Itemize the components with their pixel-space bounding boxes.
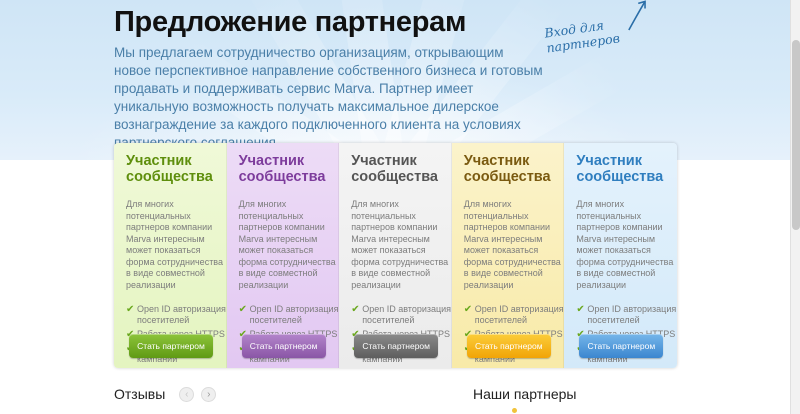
- feature-text: Open ID авторизация посетителей: [474, 304, 564, 325]
- feature-item: ✔ Open ID авторизация посетителей: [126, 304, 226, 326]
- plan-title-line2: сообщества: [126, 169, 213, 185]
- partner-plans: Участник сообщества Для многих потенциал…: [114, 143, 677, 368]
- arrow-left-icon[interactable]: ‹: [179, 386, 195, 402]
- plan-title-line1: Участник: [463, 153, 530, 169]
- feature-text: Open ID авторизация посетителей: [137, 304, 226, 325]
- plan-title: Участник сообщества: [351, 153, 451, 185]
- plan-title-line1: Участник: [576, 153, 642, 169]
- plan-title: Участник сообщества: [126, 153, 226, 185]
- plan-card: Участник сообщества Для многих потенциал…: [564, 143, 677, 368]
- become-partner-button[interactable]: Стать партнером: [354, 334, 439, 358]
- partners-title: Наши партнеры: [473, 386, 577, 402]
- plan-title: Участник сообщества: [464, 153, 564, 185]
- plan-title: Участник сообщества: [576, 153, 677, 185]
- plan-title-line2: сообщества: [351, 169, 438, 185]
- arrow-right-icon[interactable]: ›: [201, 386, 217, 402]
- plan-description: Для многих потенциальных партнеров компа…: [351, 199, 449, 290]
- plan-description: Для многих потенциальных партнеров компа…: [576, 199, 674, 290]
- plan-card: Участник сообщества Для многих потенциал…: [339, 143, 452, 368]
- partner-logo-fragment: [512, 408, 517, 413]
- arrow-up-right-icon: [628, 0, 646, 31]
- become-partner-button[interactable]: Стать партнером: [579, 334, 664, 358]
- plan-description: Для многих потенциальных партнеров компа…: [463, 199, 561, 290]
- feature-item: ✔ Open ID авторизация посетителей: [464, 304, 564, 326]
- check-icon: ✔: [238, 304, 247, 315]
- plan-card: Участник сообщества Для многих потенциал…: [114, 143, 227, 368]
- plan-description: Для многих потенциальных партнеров компа…: [238, 199, 336, 290]
- plan-title-line2: сообщества: [463, 169, 551, 185]
- check-icon: ✔: [576, 304, 585, 315]
- page-title: Предложение партнерам: [114, 6, 467, 38]
- feature-item: ✔ Open ID авторизация посетителей: [351, 304, 451, 326]
- plan-title: Участник сообщества: [239, 153, 339, 185]
- become-partner-button[interactable]: Стать партнером: [466, 334, 551, 358]
- feature-text: Open ID авторизация посетителей: [249, 304, 339, 325]
- reviews-header: Отзывы ‹ ›: [114, 386, 217, 402]
- intro-text: Мы предлагаем сотрудничество организация…: [114, 45, 543, 150]
- plan-title-line1: Участник: [238, 153, 305, 169]
- check-icon: ✔: [463, 304, 473, 315]
- plan-card: Участник сообщества Для многих потенциал…: [451, 143, 565, 368]
- reviews-title: Отзывы: [114, 386, 166, 402]
- become-partner-button[interactable]: Стать партнером: [129, 334, 213, 358]
- plan-title-line2: сообщества: [238, 169, 326, 185]
- scrollbar[interactable]: [790, 0, 800, 414]
- feature-item: ✔ Open ID авторизация посетителей: [576, 304, 676, 326]
- check-icon: ✔: [351, 304, 360, 315]
- feature-text: Open ID авторизация посетителей: [362, 304, 452, 325]
- become-partner-button[interactable]: Стать партнером: [241, 334, 326, 358]
- plan-title-line1: Участник: [351, 153, 417, 169]
- plan-title-line2: сообщества: [576, 169, 664, 185]
- feature-item: ✔ Open ID авторизация посетителей: [239, 304, 339, 326]
- plan-title-line1: Участник: [126, 153, 192, 169]
- plan-card: Участник сообщества Для многих потенциал…: [226, 143, 340, 368]
- check-icon: ✔: [126, 304, 135, 315]
- feature-text: Open ID авторизация посетителей: [587, 304, 677, 325]
- scrollbar-thumb[interactable]: [792, 40, 800, 230]
- plan-description: Для многих потенциальных партнеров компа…: [126, 199, 223, 290]
